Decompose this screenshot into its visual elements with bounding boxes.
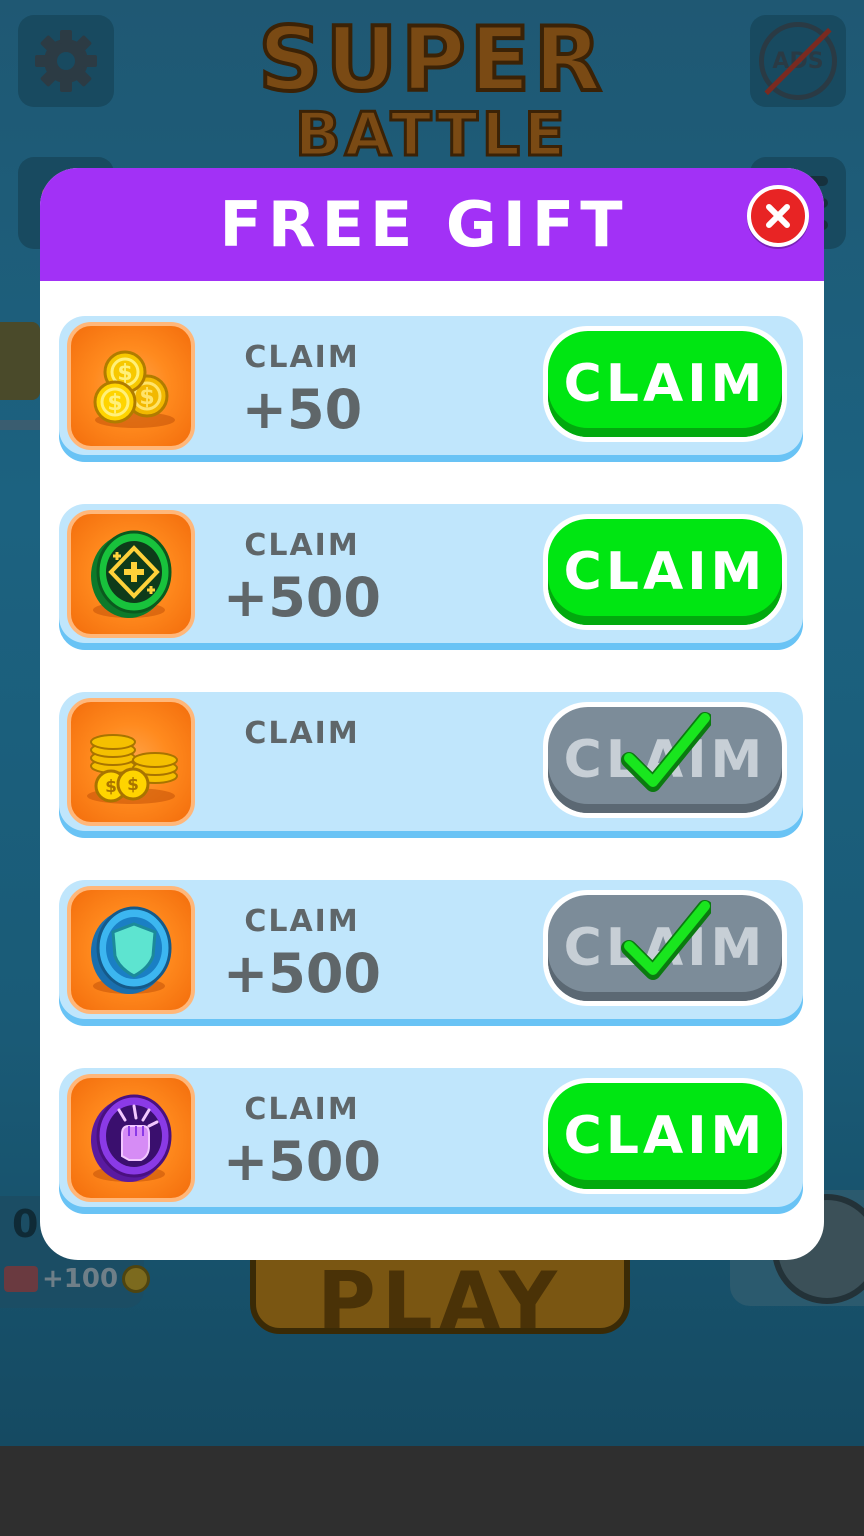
shield-token-icon (91, 906, 172, 994)
dialog-title: FREE GIFT (219, 188, 629, 261)
reward-caption: CLAIM (244, 340, 360, 375)
coin-icon (122, 1265, 151, 1293)
checkmark-icon (621, 712, 711, 792)
claim-button[interactable]: CLAIM (543, 326, 787, 442)
no-ads-button[interactable]: ADS (750, 15, 846, 107)
reward-amount: +50 (241, 378, 363, 441)
fist-token-icon (91, 1094, 172, 1182)
reward-row: $ $ CLAIM CLAIM (59, 692, 803, 838)
reward-caption: CLAIM (244, 1092, 360, 1127)
svg-text:$: $ (105, 777, 117, 797)
dialog-header: FREE GIFT (40, 168, 824, 281)
reward-tile: $ $ $ (67, 322, 195, 450)
claim-button[interactable]: CLAIM (543, 514, 787, 630)
bg-coin-tab (0, 322, 40, 400)
free-gift-dialog: FREE GIFT $ $ $ CLAIM +50 CLAIM CLAIM +5… (40, 168, 824, 1260)
reward-tile (67, 1074, 195, 1202)
video-icon (4, 1266, 38, 1292)
reward-amount: +500 (223, 1130, 381, 1193)
reward-row: CLAIM +500 CLAIM (59, 880, 803, 1026)
claim-button-label: CLAIM (548, 331, 782, 437)
reward-caption: CLAIM (244, 528, 360, 563)
close-icon (766, 204, 790, 228)
play-label: PLAY (317, 1255, 563, 1334)
claim-button[interactable]: CLAIM (543, 1078, 787, 1194)
reward-row: CLAIM +500 CLAIM (59, 1068, 803, 1214)
close-button[interactable] (747, 185, 809, 247)
game-title-line1: SUPER (256, 6, 606, 113)
no-ads-icon: ADS (759, 22, 837, 100)
svg-text:$: $ (107, 391, 122, 416)
navigation-bar-area (0, 1446, 864, 1536)
checkmark-icon (621, 900, 711, 980)
gold-coins-icon: $ $ $ (93, 350, 175, 428)
reward-row: CLAIM +500 CLAIM (59, 504, 803, 650)
green-token-icon (91, 530, 172, 618)
bg-reward-amount: +100 (42, 1264, 119, 1294)
reward-caption: CLAIM (244, 716, 360, 751)
claimed-button[interactable]: CLAIM (543, 890, 787, 1006)
reward-tile (67, 886, 195, 1014)
coin-stacks-icon: $ $ (87, 734, 178, 804)
bg-video-reward[interactable]: +100 (4, 1262, 151, 1296)
reward-amount: +500 (223, 942, 381, 1005)
reward-caption: CLAIM (244, 904, 360, 939)
svg-text:$: $ (139, 385, 154, 410)
game-title-line2: BATTLE (294, 99, 569, 172)
reward-amount: +500 (223, 566, 381, 629)
reward-tile: $ $ (67, 698, 195, 826)
reward-row: $ $ $ CLAIM +50 CLAIM (59, 316, 803, 462)
bg-divider (0, 420, 40, 430)
reward-tile (67, 510, 195, 638)
svg-text:$: $ (127, 775, 139, 795)
claim-button-label: CLAIM (548, 519, 782, 625)
claim-button-label: CLAIM (548, 1083, 782, 1189)
no-ads-label: ADS (772, 48, 824, 74)
claimed-button[interactable]: CLAIM (543, 702, 787, 818)
